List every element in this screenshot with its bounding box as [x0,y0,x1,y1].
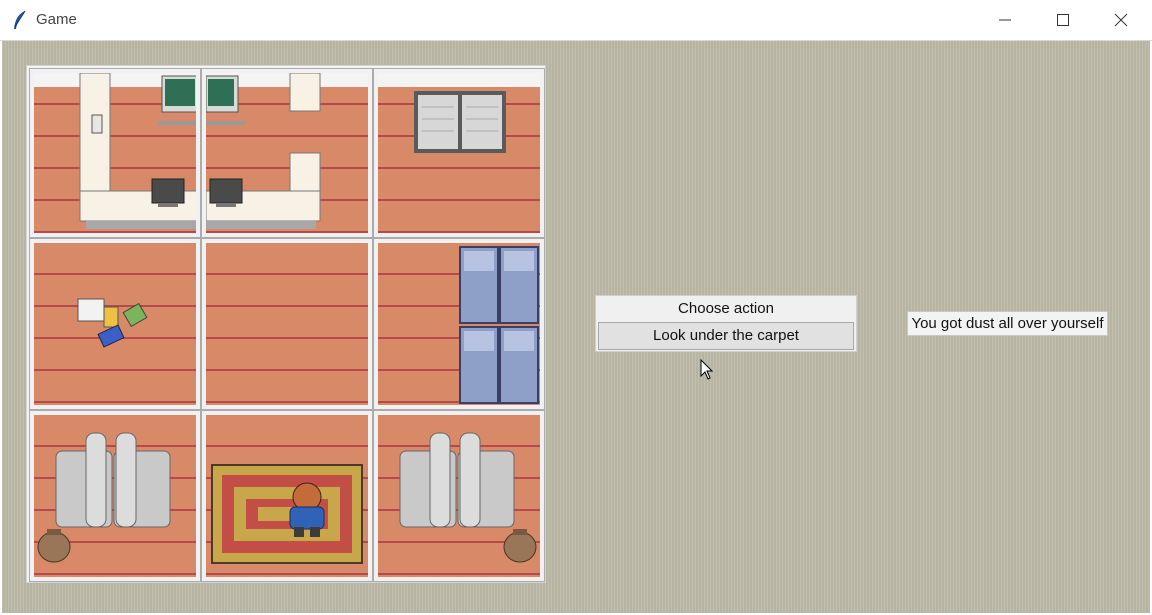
action-menu[interactable]: Choose action Look under the carpet [595,295,857,352]
pot-icon [37,529,71,563]
look-under-carpet-button[interactable]: Look under the carpet [598,322,854,350]
player-icon [289,482,325,537]
minimize-button[interactable] [976,0,1034,40]
close-button[interactable] [1092,0,1150,40]
tile-window[interactable] [373,68,545,238]
books-icon [77,298,148,348]
tile-sofa-left[interactable] [29,410,201,582]
tile-empty[interactable] [201,238,373,410]
minimize-icon [999,19,1011,21]
floor [206,415,368,577]
game-board [26,65,546,583]
chalkboard-icon [158,75,196,125]
armchair-icon [55,432,171,528]
floor [34,415,196,577]
computer-monitor-icon [209,178,243,207]
tile-scattered-books[interactable] [29,238,201,410]
pot-icon [503,529,537,563]
action-menu-label: Choose action [678,300,774,317]
armchair-icon [399,432,515,528]
tile-desk-left[interactable] [29,68,201,238]
locker-icon [459,246,539,404]
tile-carpet-player[interactable] [201,410,373,582]
game-area: Choose action Look under the carpet You … [2,41,1150,613]
floor [34,243,196,405]
floor [206,73,368,233]
window-title: Game [36,11,77,28]
tile-lockers[interactable] [373,238,545,410]
window-icon [414,91,506,153]
floor [378,243,540,405]
maximize-button[interactable] [1034,0,1092,40]
floor [34,73,196,233]
computer-monitor-icon [151,178,185,207]
maximize-icon [1057,14,1069,26]
title-bar: Game [0,0,1152,41]
feather-icon [12,10,28,30]
status-message: You got dust all over yourself [907,311,1108,336]
tile-desk-right[interactable] [201,68,373,238]
tile-sofa-right[interactable] [373,410,545,582]
mouse-cursor-icon [700,359,714,380]
close-icon [1114,13,1128,27]
floor [378,73,540,233]
carpet [211,464,363,564]
floor [206,243,368,405]
floor [378,415,540,577]
